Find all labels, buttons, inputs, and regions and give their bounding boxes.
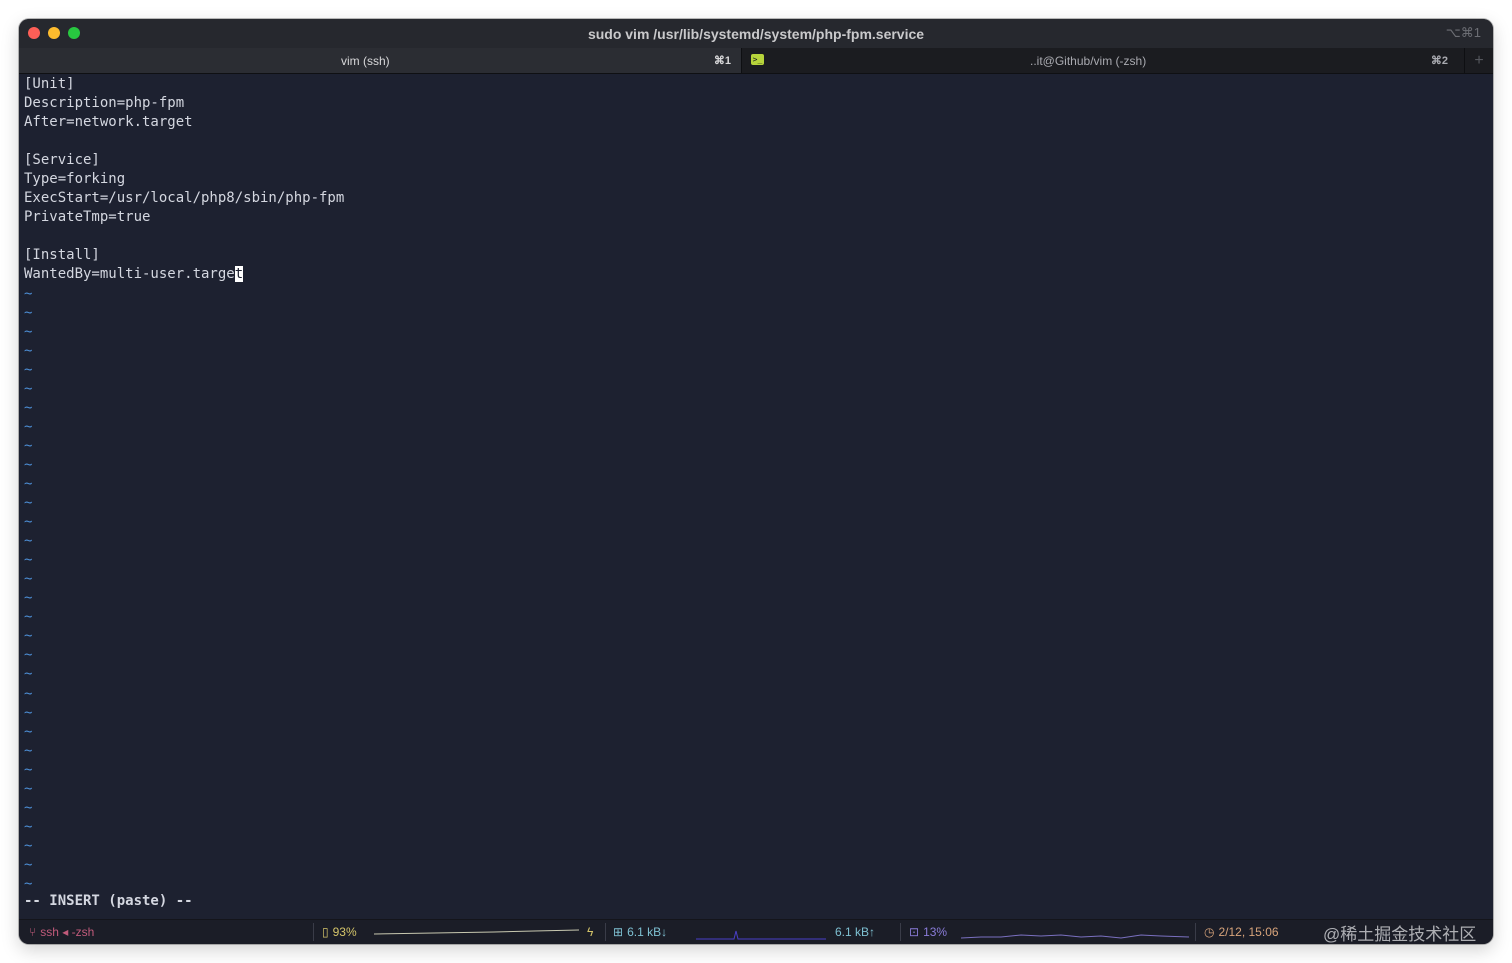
- net-up: 6.1 kB↑: [835, 925, 876, 939]
- terminal-window: sudo vim /usr/lib/systemd/system/php-fpm…: [19, 19, 1493, 944]
- tab-shortcut: ⌘1: [713, 55, 731, 67]
- empty-line-tilde: ~: [24, 647, 33, 664]
- empty-line-tilde: ~: [24, 304, 33, 321]
- network-sparkline: [696, 930, 826, 940]
- empty-line-tilde: ~: [24, 342, 33, 359]
- status-cpu: ⊡ 13%: [909, 925, 947, 939]
- empty-line-tilde: ~: [24, 761, 33, 778]
- vim-mode-indicator: -- INSERT (paste) --: [24, 893, 193, 909]
- empty-line-tilde: ~: [24, 609, 33, 626]
- empty-line-tilde: ~: [24, 380, 33, 397]
- status-network: ⊞ 6.1 kB↓: [613, 925, 667, 939]
- empty-line-tilde: ~: [24, 780, 33, 797]
- window-title: sudo vim /usr/lib/systemd/system/php-fpm…: [587, 25, 925, 42]
- empty-line-tilde: ~: [24, 552, 33, 569]
- editor-line: Type=forking: [24, 171, 126, 188]
- tab-shortcut: ⌘2: [1430, 55, 1448, 67]
- tab-vim-ssh[interactable]: vim (ssh) ⌘1: [19, 48, 741, 73]
- clock-text: 2/12, 15:06: [1218, 925, 1279, 939]
- empty-line-tilde: ~: [24, 666, 33, 683]
- tab-bar: vim (ssh) ⌘1 >_ ..it@Github/vim (-zsh) ⌘…: [19, 48, 1493, 74]
- tab-label: ..it@Github/vim (-zsh): [1030, 53, 1147, 68]
- close-button[interactable]: [28, 27, 40, 39]
- tab-label: vim (ssh): [341, 53, 390, 68]
- empty-line-tilde: ~: [24, 323, 33, 340]
- empty-line-tilde: ~: [24, 628, 33, 645]
- cpu-percent: 13%: [923, 925, 948, 939]
- empty-line-tilde: ~: [24, 685, 33, 702]
- empty-line-tilde: ~: [24, 533, 33, 550]
- status-divider: [1195, 923, 1196, 941]
- zoom-button[interactable]: [68, 27, 80, 39]
- branch-icon: ⑂: [29, 925, 37, 939]
- empty-line-tilde: ~: [24, 856, 33, 873]
- status-ssh: ⑂ ssh ◂ -zsh: [29, 925, 94, 939]
- editor-line-cursor: WantedBy=multi-user.target: [24, 265, 1493, 284]
- network-icon: ⊞: [613, 925, 624, 939]
- editor-line-text: WantedBy=multi-user.targe: [24, 266, 235, 283]
- battery-percent: 93%: [332, 925, 357, 939]
- status-ssh-text: ssh ◂ -zsh: [40, 925, 95, 939]
- charging-icon: ϟ: [587, 925, 594, 939]
- empty-line-tilde: ~: [24, 742, 33, 759]
- status-bar: ⑂ ssh ◂ -zsh ▯ 93% ϟ ⊞ 6.1 kB↓ 6.1 kB↑ ⊡…: [19, 919, 1493, 944]
- status-battery: ▯ 93%: [322, 925, 357, 939]
- empty-line-tilde: ~: [24, 495, 33, 512]
- cpu-sparkline: [961, 934, 1189, 939]
- window-shortcut: ⌥⌘1: [1445, 25, 1481, 40]
- terminal-icon: >_: [751, 54, 764, 65]
- text-cursor: t: [234, 266, 244, 283]
- vim-editor-buffer[interactable]: [Unit] Description=php-fpm After=network.t…: [24, 75, 1493, 918]
- empty-line-tilde: ~: [24, 571, 33, 588]
- editor-line: [Service]: [24, 152, 100, 169]
- empty-line-tilde: ~: [24, 456, 33, 473]
- empty-line-tilde: ~: [24, 818, 33, 835]
- empty-line-tilde: ~: [24, 723, 33, 740]
- empty-line-tilde: ~: [24, 475, 33, 492]
- editor-line: [Unit]: [24, 76, 75, 92]
- empty-line-tilde: ~: [24, 437, 33, 454]
- empty-line-tilde: ~: [24, 837, 33, 854]
- status-clock: ◷ 2/12, 15:06: [1204, 925, 1279, 939]
- net-down: 6.1 kB↓: [627, 925, 668, 939]
- tab-zsh[interactable]: >_ ..it@Github/vim (-zsh) ⌘2: [741, 48, 1464, 73]
- empty-line-tilde: ~: [24, 399, 33, 416]
- empty-line-tilde: ~: [24, 799, 33, 816]
- empty-line-tilde: ~: [24, 514, 33, 531]
- editor-line: Description=php-fpm: [24, 95, 185, 112]
- new-tab-button[interactable]: +: [1464, 48, 1493, 73]
- status-divider: [605, 923, 606, 941]
- battery-icon: ▯: [322, 925, 329, 939]
- empty-line-tilde: ~: [24, 704, 33, 721]
- title-bar[interactable]: sudo vim /usr/lib/systemd/system/php-fpm…: [19, 19, 1493, 48]
- status-net-up: 6.1 kB↑: [835, 925, 875, 939]
- status-divider: [900, 923, 901, 941]
- empty-line-tilde: ~: [24, 875, 33, 892]
- empty-line-tilde: ~: [24, 418, 33, 435]
- empty-line-tilde: ~: [24, 285, 33, 302]
- window-controls: [28, 27, 80, 39]
- empty-line-tilde: ~: [24, 590, 33, 607]
- minimize-button[interactable]: [48, 27, 60, 39]
- status-divider: [313, 923, 314, 941]
- editor-line: ExecStart=/usr/local/php8/sbin/php-fpm: [24, 190, 345, 207]
- cpu-icon: ⊡: [909, 925, 920, 939]
- watermark: @稀土掘金技术社区: [1323, 925, 1477, 944]
- empty-line-tilde: ~: [24, 361, 33, 378]
- editor-line: [Install]: [24, 247, 100, 264]
- clock-icon: ◷: [1204, 925, 1215, 939]
- editor-line: After=network.target: [24, 114, 193, 131]
- battery-sparkline: [374, 929, 579, 935]
- editor-line: PrivateTmp=true: [24, 209, 151, 226]
